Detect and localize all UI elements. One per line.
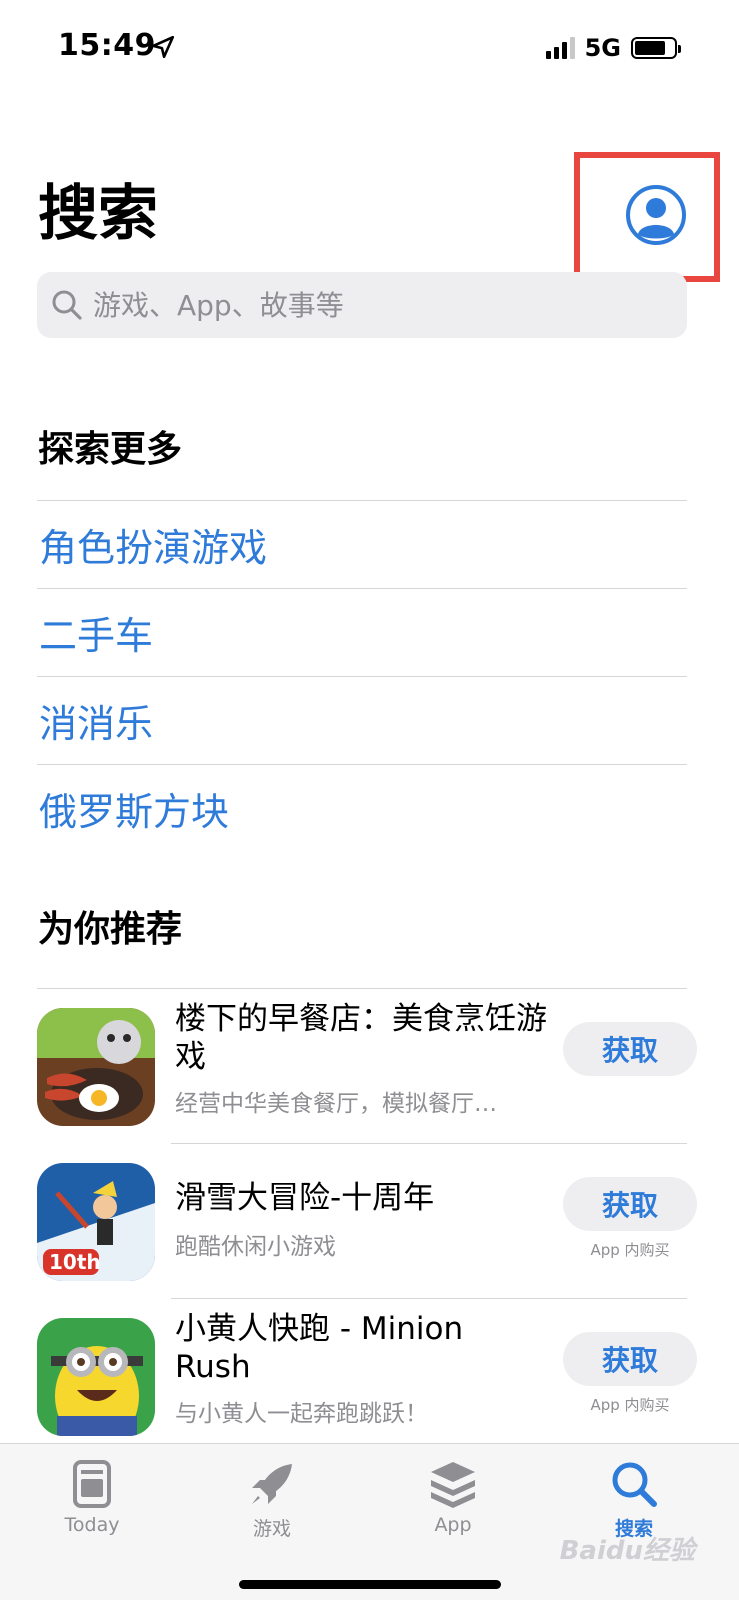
app-icon-breakfast-shop[interactable]: [37, 1008, 155, 1126]
tab-label: 游戏: [252, 1518, 291, 1540]
app-name[interactable]: 小黄人快跑 - Minion Rush: [175, 1310, 547, 1386]
explore-item-used-car[interactable]: 二手车: [37, 588, 687, 676]
status-bar: 15:49 5G: [0, 0, 739, 100]
tab-search[interactable]: 搜索: [574, 1458, 694, 1541]
watermark: Baidu经验: [559, 1536, 695, 1566]
tab-games[interactable]: 游戏: [212, 1458, 332, 1541]
home-indicator[interactable]: [239, 1580, 501, 1589]
app-icon-minion-rush[interactable]: [37, 1318, 155, 1436]
tab-bar: Today 游戏 App 搜索: [0, 1443, 739, 1600]
location-arrow-icon: [151, 35, 175, 59]
app-name[interactable]: 楼下的早餐店：美食烹饪游戏: [175, 1000, 547, 1076]
today-icon: [73, 1460, 111, 1508]
svg-text:10th: 10th: [49, 1250, 101, 1274]
network-type: 5G: [584, 34, 621, 62]
in-app-purchase-note: App 内购买: [590, 1396, 670, 1414]
explore-item-rpg[interactable]: 角色扮演游戏: [37, 500, 687, 588]
app-row[interactable]: 楼下的早餐店：美食烹饪游戏 经营中华美食餐厅，模拟餐厅… 获取: [37, 988, 697, 1143]
tab-apps[interactable]: App: [393, 1458, 513, 1536]
account-avatar-icon[interactable]: [625, 184, 687, 246]
signal-icon: [545, 37, 575, 59]
explore-item-match3[interactable]: 消消乐: [37, 676, 687, 764]
search-icon: [612, 1462, 657, 1507]
tab-label: App: [434, 1514, 472, 1536]
get-button[interactable]: 获取: [563, 1332, 697, 1386]
app-subtitle: 经营中华美食餐厅，模拟餐厅…: [175, 1091, 497, 1117]
status-time: 15:49: [58, 28, 156, 63]
app-subtitle: 跑酷休闲小游戏: [175, 1234, 336, 1260]
page-title: 搜索: [38, 179, 158, 249]
search-input[interactable]: [93, 288, 653, 322]
search-icon: [52, 290, 82, 320]
rocket-icon: [252, 1464, 292, 1504]
tab-label: Today: [64, 1514, 120, 1536]
get-button[interactable]: 获取: [563, 1177, 697, 1231]
app-subtitle: 与小黄人一起奔跑跳跃！: [175, 1401, 428, 1427]
app-row[interactable]: 小黄人快跑 - Minion Rush 与小黄人一起奔跑跳跃！ 获取 App 内…: [37, 1298, 697, 1453]
app-row[interactable]: 10th 滑雪大冒险-十周年 跑酷休闲小游戏 获取 App 内购买: [37, 1143, 697, 1298]
recommend-section-title: 为你推荐: [38, 909, 183, 950]
recommend-list: 楼下的早餐店：美食烹饪游戏 经营中华美食餐厅，模拟餐厅… 获取 10th 滑雪大…: [37, 988, 697, 1453]
battery-icon: [631, 37, 681, 59]
status-indicators: 5G: [545, 34, 681, 62]
app-icon-ski-safari[interactable]: 10th: [37, 1163, 155, 1281]
explore-item-tetris[interactable]: 俄罗斯方块: [37, 764, 687, 852]
explore-list: 角色扮演游戏 二手车 消消乐 俄罗斯方块: [37, 500, 687, 852]
tab-today[interactable]: Today: [32, 1458, 152, 1536]
search-bar[interactable]: [37, 272, 687, 338]
get-button[interactable]: 获取: [563, 1022, 697, 1076]
apps-stack-icon: [431, 1462, 475, 1508]
explore-section-title: 探索更多: [38, 429, 183, 470]
in-app-purchase-note: App 内购买: [590, 1241, 670, 1259]
app-name[interactable]: 滑雪大冒险-十周年: [175, 1179, 547, 1217]
